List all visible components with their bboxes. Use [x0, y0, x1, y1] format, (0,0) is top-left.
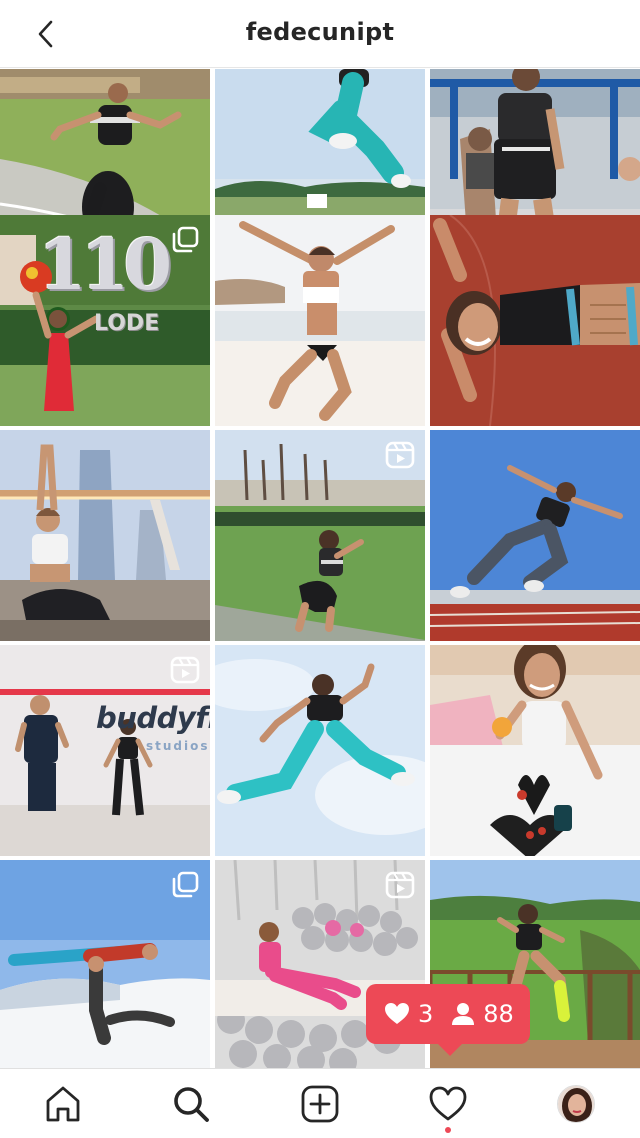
reel-icon [385, 871, 415, 899]
post-thumbnail[interactable] [430, 215, 640, 426]
reel-icon [385, 441, 415, 469]
likes-count: 3 [418, 1000, 434, 1028]
likes-count-group: 3 [384, 1000, 433, 1028]
post-thumbnail[interactable] [430, 645, 640, 856]
top-bar: fedecunipt [0, 0, 640, 68]
notification-dot [445, 1127, 451, 1133]
carousel-icon [172, 226, 199, 253]
home-icon [46, 1086, 80, 1122]
avatar-image [558, 1086, 594, 1122]
activity-heart-icon [429, 1086, 467, 1121]
post-thumbnail[interactable]: 110 LODE [0, 215, 210, 426]
studios-logo-text: studios [146, 739, 210, 753]
balloon-letters-text: LODE [94, 311, 159, 336]
post-thumbnail[interactable] [215, 430, 425, 641]
post-image [215, 215, 425, 426]
post-image [0, 430, 210, 641]
post-thumbnail[interactable] [215, 645, 425, 856]
post-thumbnail[interactable] [430, 430, 640, 641]
new-post-icon [301, 1085, 339, 1123]
search-icon [174, 1087, 209, 1122]
post-thumbnail[interactable] [215, 215, 425, 426]
tab-home[interactable] [42, 1083, 84, 1125]
tab-new-post[interactable] [299, 1083, 341, 1125]
post-thumbnail[interactable]: buddyfit studios [0, 645, 210, 856]
reel-icon [170, 656, 200, 684]
post-image [430, 215, 640, 426]
profile-avatar[interactable] [557, 1085, 595, 1123]
heart-filled-icon [385, 1003, 409, 1024]
post-thumbnail[interactable] [0, 860, 210, 1068]
posts-grid: 110 LODE [0, 69, 640, 1068]
tab-search[interactable] [170, 1083, 212, 1125]
post-image [430, 430, 640, 641]
followers-count: 88 [483, 1000, 514, 1028]
post-image [215, 645, 425, 856]
tab-activity[interactable] [427, 1083, 469, 1125]
post-thumbnail[interactable] [0, 430, 210, 641]
followers-count-group: 88 [451, 1000, 514, 1028]
carousel-icon [172, 871, 199, 898]
post-image [430, 645, 640, 856]
balloon-number-text: 110 [38, 223, 172, 306]
person-icon [452, 1003, 475, 1025]
activity-notification-bubble[interactable]: 3 88 [366, 984, 530, 1056]
buddyfit-logo-text: buddyfit [96, 701, 210, 735]
bottom-tab-bar [0, 1068, 640, 1138]
profile-username: fedecunipt [245, 18, 395, 46]
